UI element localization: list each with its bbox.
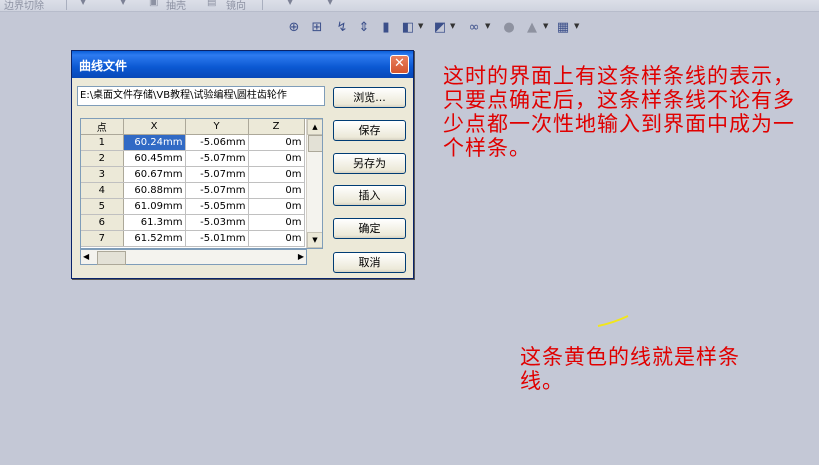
row-point-cell[interactable]: 7 <box>81 230 124 247</box>
column-header-y[interactable]: Y <box>185 119 249 135</box>
scroll-left-icon[interactable]: ◀ <box>83 250 89 264</box>
x-cell[interactable]: 60.45mm <box>123 150 186 167</box>
chevron-down-icon[interactable]: ▼ <box>418 22 423 30</box>
section-view-icon[interactable]: ⇕ <box>356 20 372 36</box>
z-cell[interactable]: 0m <box>248 230 305 247</box>
ok-button[interactable]: 确定 <box>333 218 406 239</box>
dialog-title: 曲线文件 <box>79 59 128 73</box>
scroll-up-icon[interactable]: ▲ <box>307 119 322 135</box>
z-cell[interactable]: 0m <box>248 182 305 199</box>
row-point-cell[interactable]: 4 <box>81 182 124 199</box>
annotation-note-2: 这条黄色的线就是样条线。 <box>520 345 740 393</box>
row-point-cell[interactable]: 3 <box>81 166 124 183</box>
scroll-thumb[interactable] <box>97 251 126 265</box>
table-row[interactable]: 6 61.3mm -5.03mm 0m <box>81 214 305 231</box>
scene-icon[interactable]: ● <box>501 20 517 36</box>
column-header-z[interactable]: Z <box>248 119 305 135</box>
toolbar-item-boundary-cut[interactable]: 边界切除 <box>4 0 44 12</box>
horizontal-scrollbar[interactable]: ◀ ▶ <box>80 249 307 265</box>
y-cell[interactable]: -5.03mm <box>185 214 249 231</box>
y-cell[interactable]: -5.07mm <box>185 182 249 199</box>
shell-icon[interactable]: ▣ <box>149 0 158 8</box>
table-row[interactable]: 3 60.67mm -5.07mm 0m <box>81 166 305 183</box>
table-row[interactable]: 7 61.52mm -5.01mm 0m <box>81 230 305 247</box>
toolbar-separator <box>262 0 263 10</box>
scroll-down-icon[interactable]: ▼ <box>307 232 322 248</box>
x-cell[interactable]: 61.09mm <box>123 198 186 215</box>
x-cell[interactable]: 60.88mm <box>123 182 186 199</box>
dialog-title-bar[interactable]: 曲线文件 ✕ <box>72 51 413 78</box>
y-cell[interactable]: -5.06mm <box>185 134 249 151</box>
z-cell[interactable]: 0m <box>248 198 305 215</box>
z-cell[interactable]: 0m <box>248 134 305 151</box>
chevron-down-icon[interactable]: ▼ <box>543 22 548 30</box>
row-point-cell[interactable]: 1 <box>81 134 124 151</box>
x-cell[interactable]: 60.24mm <box>123 134 186 151</box>
x-cell[interactable]: 61.52mm <box>123 230 186 247</box>
row-point-cell[interactable]: 5 <box>81 198 124 215</box>
column-header-point[interactable]: 点 <box>81 119 124 135</box>
previous-view-icon[interactable]: ↯ <box>334 20 350 36</box>
scroll-right-icon[interactable]: ▶ <box>298 250 304 264</box>
toolbar-item-shell[interactable]: 抽壳 <box>166 0 186 12</box>
view-settings-icon[interactable]: ▦ <box>555 20 571 36</box>
close-icon: ✕ <box>394 56 405 71</box>
chevron-down-icon[interactable]: ▼ <box>485 22 490 30</box>
toolbar-item-mirror[interactable]: 镜向 <box>226 0 246 12</box>
spline-curve <box>597 315 629 327</box>
x-cell[interactable]: 60.67mm <box>123 166 186 183</box>
row-point-cell[interactable]: 2 <box>81 150 124 167</box>
y-cell[interactable]: -5.01mm <box>185 230 249 247</box>
z-cell[interactable]: 0m <box>248 150 305 167</box>
hide-show-icon[interactable]: ◩ <box>432 20 448 36</box>
table-row[interactable]: 5 61.09mm -5.05mm 0m <box>81 198 305 215</box>
save-as-button[interactable]: 另存为 <box>333 153 406 174</box>
chevron-down-icon[interactable]: ▼ <box>574 22 579 30</box>
save-button[interactable]: 保存 <box>333 120 406 141</box>
file-path-field[interactable]: E:\桌面文件存储\VB教程\试验编程\圆柱齿轮作 <box>77 86 325 106</box>
chevron-down-icon[interactable]: ▼ <box>120 0 126 6</box>
table-header-row: 点 X Y Z <box>81 119 305 135</box>
render-icon[interactable]: ▲ <box>524 20 540 36</box>
scroll-thumb[interactable] <box>308 135 322 152</box>
mirror-icon[interactable]: ▤ <box>207 0 216 8</box>
z-cell[interactable]: 0m <box>248 166 305 183</box>
vertical-scrollbar[interactable]: ▲ ▼ <box>306 119 322 248</box>
zoom-area-icon[interactable]: ⊞ <box>309 20 325 36</box>
chevron-down-icon[interactable]: ▼ <box>450 22 455 30</box>
browse-button[interactable]: 浏览... <box>333 87 406 108</box>
display-style-icon[interactable]: ◧ <box>400 20 416 36</box>
curve-file-dialog: 曲线文件 ✕ E:\桌面文件存储\VB教程\试验编程\圆柱齿轮作 浏览... 保… <box>71 50 414 279</box>
close-button[interactable]: ✕ <box>390 55 409 74</box>
top-toolbar: 边界切除 ▼ ▼ ▣ 抽壳 ▤ 镜向 ▼ ▼ <box>0 0 819 12</box>
view-orientation-icon[interactable]: ▮ <box>378 20 394 36</box>
chevron-down-icon[interactable]: ▼ <box>80 0 86 6</box>
column-header-x[interactable]: X <box>123 119 186 135</box>
toolbar-separator <box>66 0 67 10</box>
zoom-to-fit-icon[interactable]: ⊕ <box>286 20 302 36</box>
y-cell[interactable]: -5.05mm <box>185 198 249 215</box>
table-row[interactable]: 4 60.88mm -5.07mm 0m <box>81 182 305 199</box>
table-row[interactable]: 2 60.45mm -5.07mm 0m <box>81 150 305 167</box>
y-cell[interactable]: -5.07mm <box>185 150 249 167</box>
annotation-note-1: 这时的界面上有这条样条线的表示，只要点确定后，这条样条线不论有多少点都一次性地输… <box>443 64 795 160</box>
chevron-down-icon[interactable]: ▼ <box>287 0 293 6</box>
chevron-down-icon[interactable]: ▼ <box>327 0 333 6</box>
z-cell[interactable]: 0m <box>248 214 305 231</box>
insert-button[interactable]: 插入 <box>333 185 406 206</box>
point-table: 点 X Y Z 1 60.24mm -5.06mm 0m 2 60.45mm -5.07mm… <box>80 118 323 249</box>
y-cell[interactable]: -5.07mm <box>185 166 249 183</box>
x-cell[interactable]: 61.3mm <box>123 214 186 231</box>
row-point-cell[interactable]: 6 <box>81 214 124 231</box>
cancel-button[interactable]: 取消 <box>333 252 406 273</box>
table-row[interactable]: 1 60.24mm -5.06mm 0m <box>81 134 305 151</box>
edit-appearance-icon[interactable]: ∞ <box>466 20 482 36</box>
